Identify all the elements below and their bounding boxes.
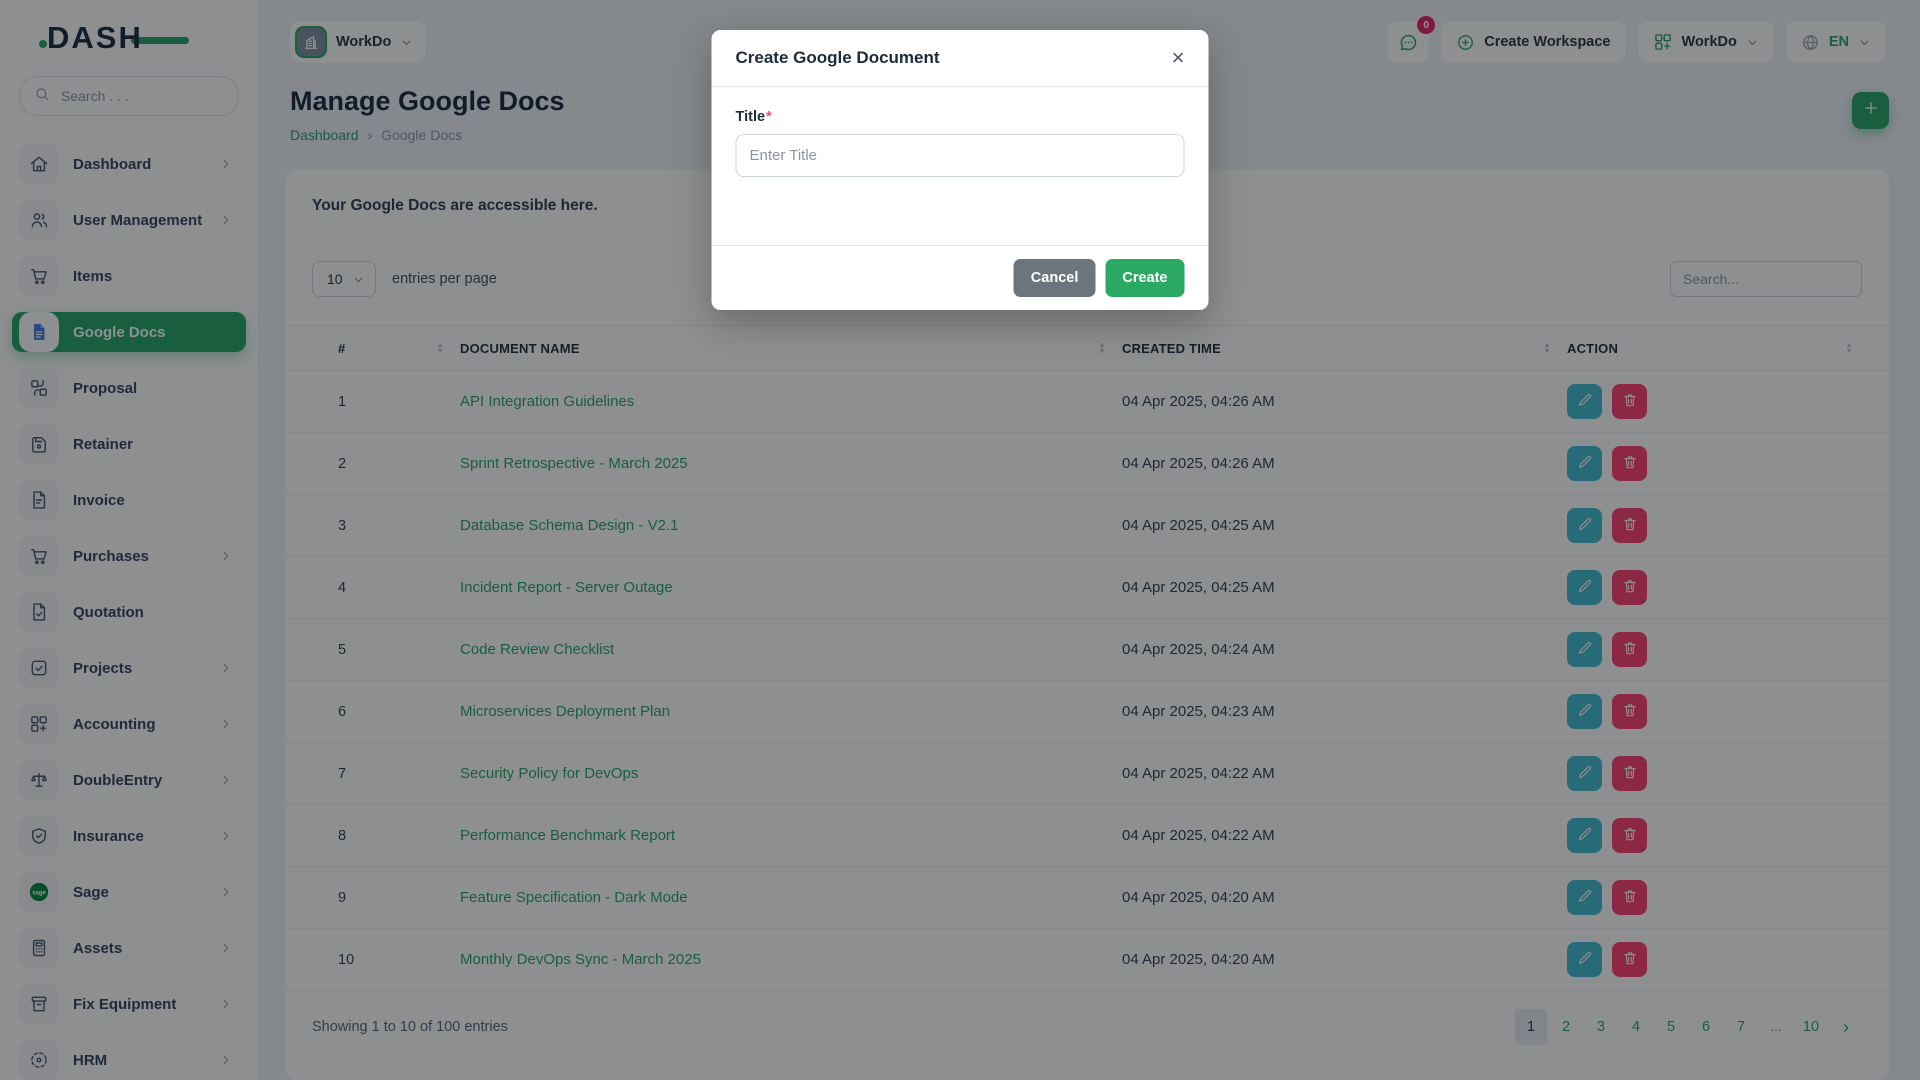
modal-body: Title*	[712, 87, 1209, 245]
modal-title: Create Google Document	[736, 48, 940, 68]
modal-header: Create Google Document ×	[712, 30, 1209, 87]
create-document-modal: Create Google Document × Title* Cancel C…	[712, 30, 1209, 310]
modal-footer: Cancel Create	[712, 245, 1209, 310]
cancel-button[interactable]: Cancel	[1014, 259, 1096, 297]
required-asterisk: *	[766, 109, 772, 125]
title-input[interactable]	[736, 134, 1185, 177]
close-icon[interactable]: ×	[1172, 47, 1185, 69]
create-button[interactable]: Create	[1105, 259, 1184, 297]
title-field-label: Title*	[736, 109, 1185, 125]
